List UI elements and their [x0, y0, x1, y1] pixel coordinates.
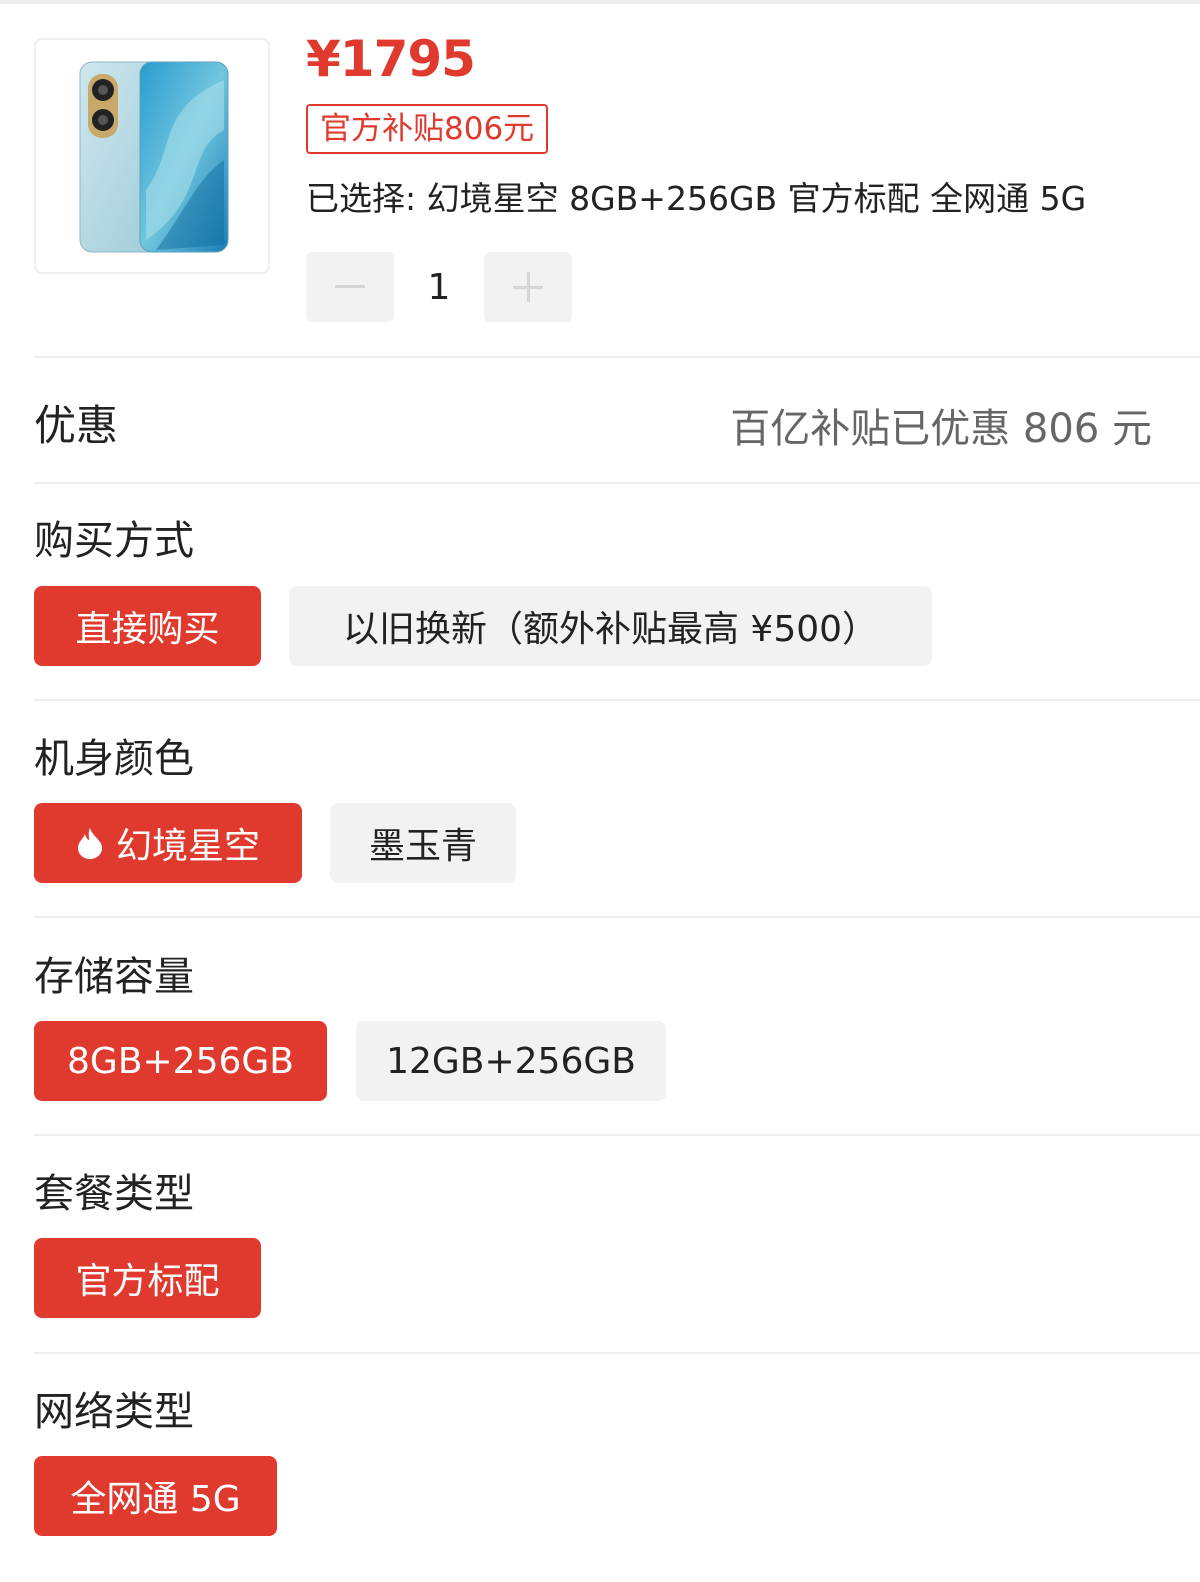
official-subsidy-badge: 官方补贴806元 [306, 104, 549, 154]
option-color-moyu-qing[interactable]: 墨玉青 [330, 803, 516, 883]
quantity-decrease-button[interactable] [306, 252, 394, 322]
package-title: 套餐类型 [34, 1171, 194, 1217]
quantity-value[interactable]: 1 [394, 252, 484, 322]
option-network-5g[interactable]: 全网通 5G [34, 1456, 277, 1536]
product-price: ¥1795 [306, 30, 476, 88]
option-package-official[interactable]: 官方标配 [34, 1238, 261, 1318]
option-direct-buy[interactable]: 直接购买 [34, 586, 261, 666]
option-storage-8-256[interactable]: 8GB+256GB [34, 1021, 327, 1101]
option-storage-12-256[interactable]: 12GB+256GB [356, 1021, 666, 1101]
top-border [0, 0, 1200, 4]
selected-spec-summary: 已选择: 幻境星空 8GB+256GB 官方标配 全网通 5G [306, 179, 1087, 218]
phone-product-image [79, 61, 229, 253]
divider [34, 699, 1200, 701]
product-thumbnail[interactable] [34, 38, 270, 274]
network-title: 网络类型 [34, 1389, 194, 1435]
purchase-method-title: 购买方式 [34, 518, 194, 564]
divider [34, 1352, 1200, 1354]
discount-value[interactable]: 百亿补贴已优惠 806 元 [730, 396, 1152, 454]
storage-title: 存储容量 [34, 954, 194, 1000]
option-trade-in[interactable]: 以旧换新（额外补贴最高 ¥500） [289, 586, 932, 666]
discount-title: 优惠 [34, 401, 119, 450]
divider [34, 1134, 1200, 1136]
flame-icon [77, 828, 102, 859]
minus-icon [335, 285, 365, 288]
option-label: 幻境星空 [115, 826, 260, 867]
color-title: 机身颜色 [34, 736, 194, 782]
divider [34, 482, 1200, 484]
plus-icon [513, 272, 543, 302]
option-color-huanjing-xingkong[interactable]: 幻境星空 [34, 803, 302, 883]
divider [34, 916, 1200, 918]
divider [34, 356, 1200, 358]
quantity-increase-button[interactable] [484, 252, 572, 322]
